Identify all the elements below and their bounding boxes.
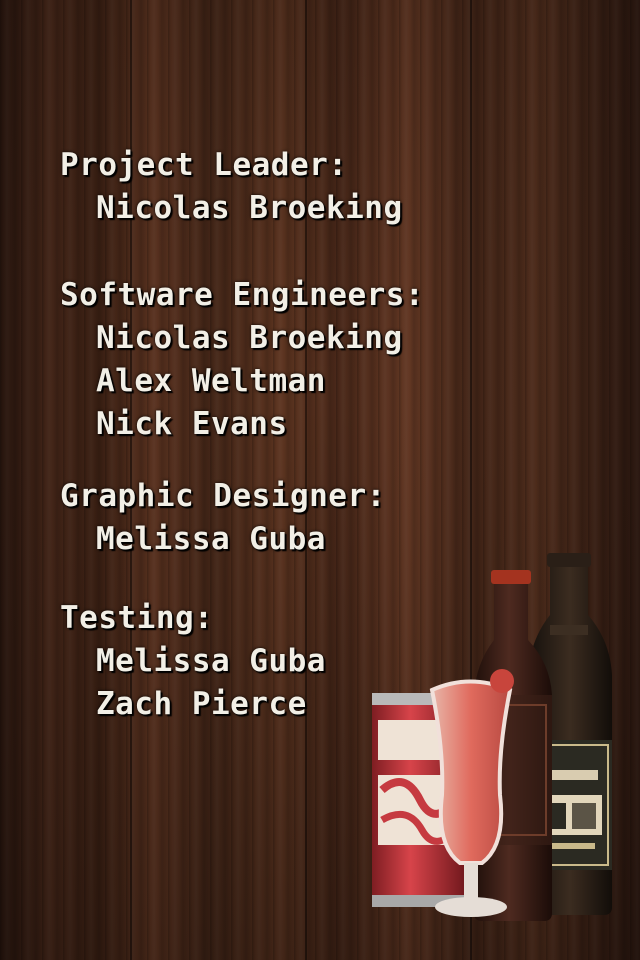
credit-role-heading: Project Leader: xyxy=(60,147,348,183)
credit-name: Zach Pierce xyxy=(96,686,307,722)
credit-role-heading: Graphic Designer: xyxy=(60,478,386,514)
credit-name: Alex Weltman xyxy=(96,363,326,399)
credit-name: Nick Evans xyxy=(96,406,288,442)
credit-role-heading: Testing: xyxy=(60,600,214,636)
credit-role-heading: Software Engineers: xyxy=(60,277,425,313)
credit-name: Melissa Guba xyxy=(96,521,326,557)
credit-name: Nicolas Broeking xyxy=(96,190,403,226)
credit-name: Melissa Guba xyxy=(96,643,326,679)
drinks-illustration xyxy=(360,545,640,960)
credit-name: Nicolas Broeking xyxy=(96,320,403,356)
